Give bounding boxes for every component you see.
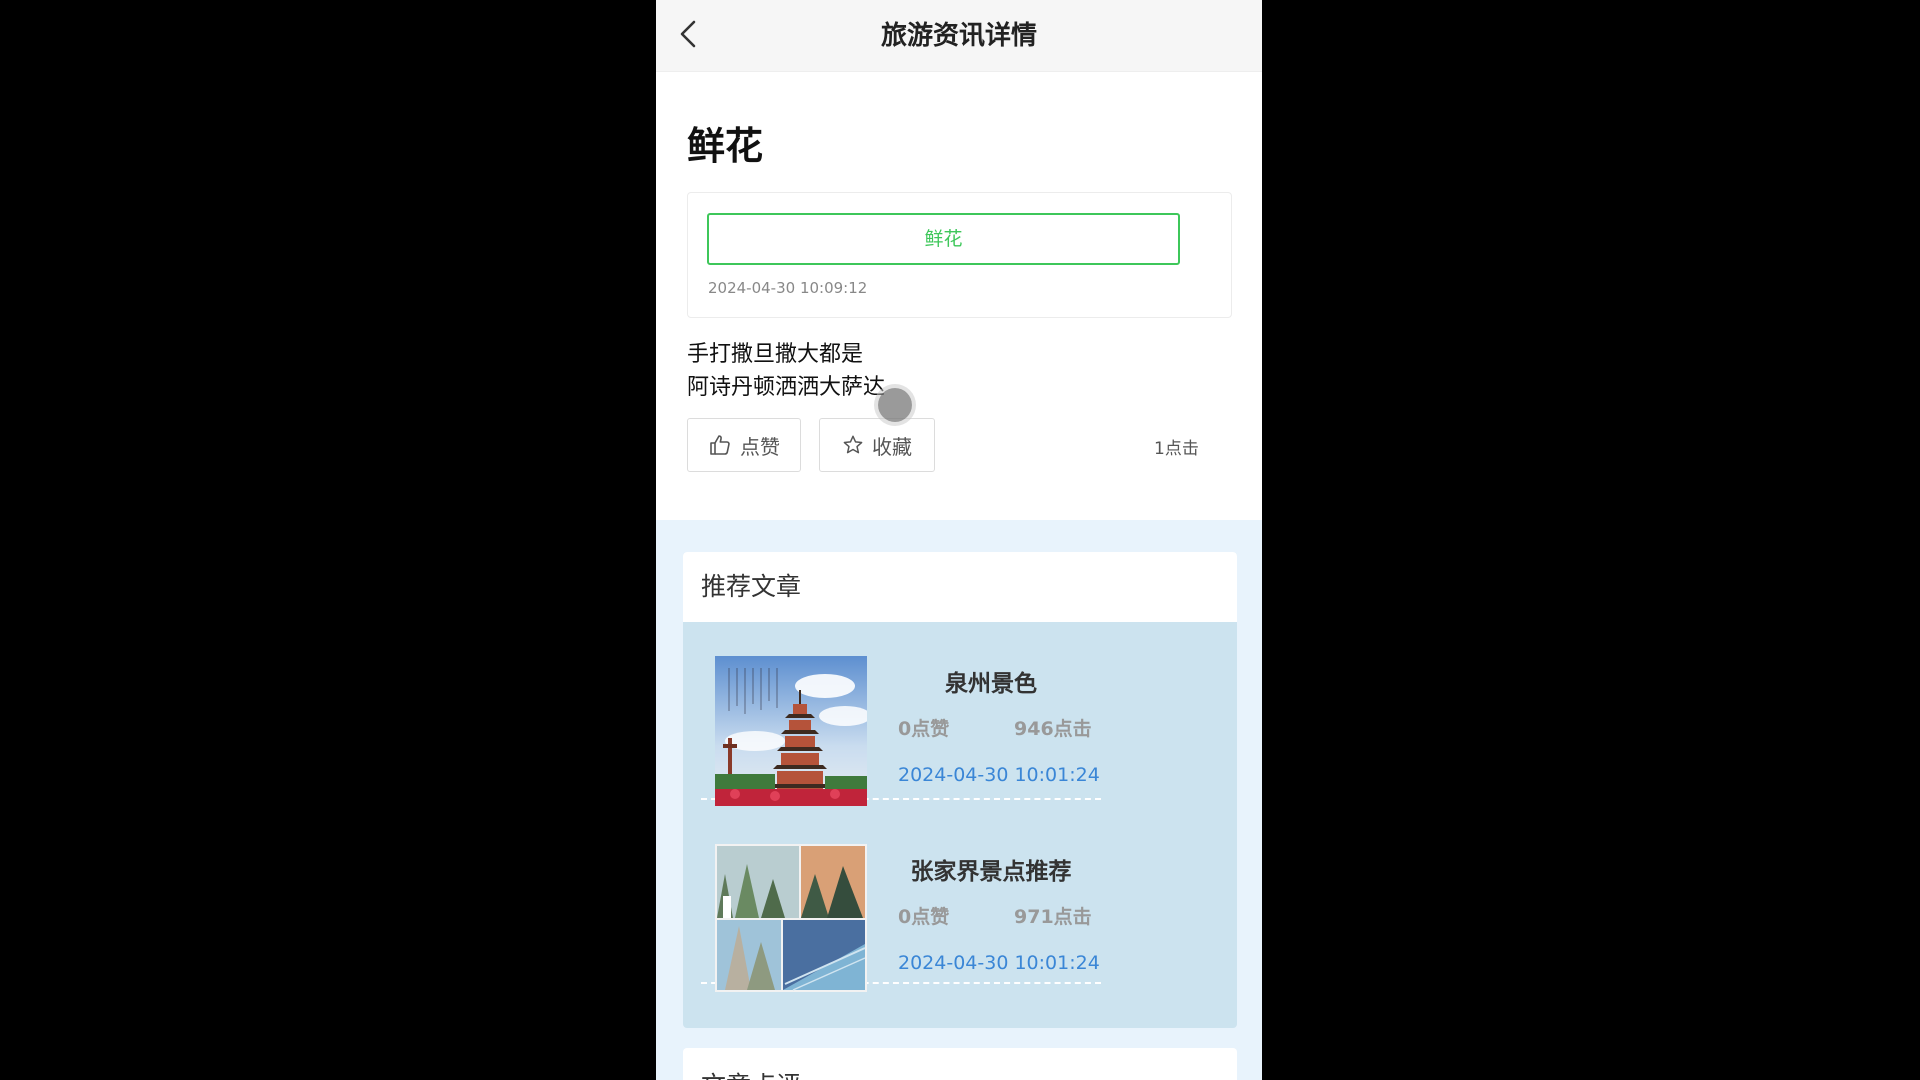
recommend-section: 推荐文章 泉州景色 0点赞 946点击 2024-04-30 10:01:24 … — [656, 520, 1262, 1080]
touch-cursor-indicator — [878, 388, 912, 422]
recommend-card: 推荐文章 泉州景色 0点赞 946点击 2024-04-30 10:01:24 … — [683, 552, 1237, 1028]
page-title: 旅游资讯详情 — [880, 21, 1037, 51]
thumbs-up-icon — [708, 433, 732, 457]
back-button[interactable] — [670, 14, 710, 54]
favorite-label: 收藏 — [872, 434, 912, 459]
like-button[interactable]: 点赞 — [687, 418, 801, 472]
article-meta-card: 鲜花 2024-04-30 10:09:12 — [687, 192, 1232, 318]
recommend-item[interactable]: 张家界景点推荐 0点赞 971点击 2024-04-30 10:01:24 — [701, 806, 1101, 992]
like-label: 点赞 — [740, 434, 780, 459]
comments-card: 文章点评 — [683, 1048, 1237, 1080]
favorite-button[interactable]: 收藏 — [819, 418, 935, 472]
article-tag-button[interactable]: 鲜花 — [707, 213, 1180, 265]
article-section: 鲜花 鲜花 2024-04-30 10:09:12 手打撒旦撒大都是 阿诗丹顿洒… — [656, 72, 1262, 520]
recommend-item-likes: 0点赞 — [898, 718, 950, 740]
recommend-item-likes: 0点赞 — [898, 906, 950, 928]
pagoda-thumbnail — [715, 656, 867, 806]
recommend-item-clicks: 971点击 — [1014, 906, 1092, 928]
recommend-item-time: 2024-04-30 10:01:24 — [898, 764, 1100, 786]
article-body: 手打撒旦撒大都是 阿诗丹顿洒洒大萨达 — [687, 338, 885, 404]
article-time: 2024-04-30 10:09:12 — [708, 279, 868, 297]
article-title: 鲜花 — [687, 124, 764, 168]
click-count: 1点击 — [1154, 439, 1199, 459]
recommend-item-title: 张家界景点推荐 — [910, 859, 1072, 885]
phone-screen: 旅游资讯详情 鲜花 鲜花 2024-04-30 10:09:12 手打撒旦撒大都… — [656, 0, 1262, 1080]
recommend-item-title: 泉州景色 — [945, 671, 1037, 697]
article-body-line: 手打撒旦撒大都是 — [687, 342, 864, 367]
navbar: 旅游资讯详情 — [656, 0, 1262, 72]
article-body-line: 阿诗丹顿洒洒大萨达 — [687, 375, 886, 400]
zhangjiajie-thumbnail — [715, 844, 867, 992]
recommend-header: 推荐文章 — [683, 552, 1237, 622]
comments-title: 文章点评 — [701, 1066, 801, 1080]
recommend-item-time: 2024-04-30 10:01:24 — [898, 952, 1100, 974]
recommend-item[interactable]: 泉州景色 0点赞 946点击 2024-04-30 10:01:24 — [701, 622, 1101, 806]
recommend-title: 推荐文章 — [701, 572, 802, 601]
chevron-left-icon — [680, 20, 696, 48]
recommend-item-clicks: 946点击 — [1014, 718, 1092, 740]
star-icon — [842, 434, 864, 456]
